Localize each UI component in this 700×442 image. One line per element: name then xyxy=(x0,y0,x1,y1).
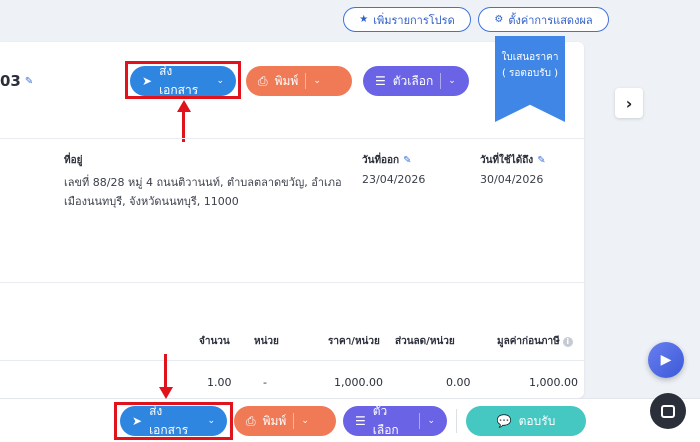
col-header-quantity: จำนวน xyxy=(199,336,230,347)
highlight-box xyxy=(125,61,241,99)
options-label: ตัวเลือก xyxy=(372,404,399,437)
star-icon: ★ xyxy=(359,14,369,25)
valid-until-date: 30/04/2026 xyxy=(480,173,544,186)
add-favorite-button[interactable]: ★ เพิ่มรายการโปรด xyxy=(343,7,471,32)
print-label: พิมพ์ xyxy=(262,413,287,428)
ribbon-status: ( รอตอบรับ ) xyxy=(501,68,559,79)
col-header-unit-price: ราคา/หน่วย xyxy=(328,336,380,347)
print-button-bottom[interactable]: ⎙ พิมพ์ ⌄ xyxy=(234,406,336,436)
add-favorite-label: เพิ่มรายการโปรด xyxy=(373,13,455,27)
chat-bubble-icon: 💬 xyxy=(496,414,512,428)
menu-icon: ☰ xyxy=(375,74,386,88)
chevron-right-icon: › xyxy=(625,93,633,113)
print-label: พิมพ์ xyxy=(274,73,299,88)
chevron-down-icon: ⌄ xyxy=(313,76,321,86)
issue-date-label-text: วันที่ออก xyxy=(362,155,400,166)
print-button[interactable]: ⎙ พิมพ์ ⌄ xyxy=(246,66,352,96)
cell-discount: 0.00 xyxy=(446,376,471,389)
divider xyxy=(0,360,584,361)
divider xyxy=(0,138,584,139)
info-icon[interactable]: i xyxy=(562,337,573,347)
cell-unit: - xyxy=(263,376,267,389)
divider xyxy=(305,73,307,89)
edit-pencil-icon[interactable]: ✎ xyxy=(537,155,545,166)
arrow-shaft xyxy=(164,354,167,388)
divider xyxy=(419,413,421,429)
highlight-box xyxy=(114,402,233,440)
gear-icon: ⚙ xyxy=(494,14,504,25)
chevron-down-icon: ⌄ xyxy=(448,76,456,86)
chat-widget-button[interactable] xyxy=(650,393,686,429)
printer-icon: ⎙ xyxy=(258,73,268,88)
printer-icon: ⎙ xyxy=(246,413,256,428)
divider xyxy=(293,413,295,429)
edit-pencil-icon[interactable]: ✎ xyxy=(403,155,411,166)
issue-date: 23/04/2026 xyxy=(362,173,426,186)
chevron-down-icon: ⌄ xyxy=(301,416,309,426)
valid-until-label-text: วันที่ใช้ได้ถึง xyxy=(480,155,534,166)
address-label: ที่อยู่ xyxy=(64,153,82,168)
play-button[interactable]: ▶ xyxy=(648,342,684,378)
chat-icon xyxy=(661,404,675,418)
display-settings-label: ตั้งค่าการแสดงผล xyxy=(508,13,593,27)
reply-button[interactable]: 💬 ตอบรับ xyxy=(466,406,586,436)
cell-pretax: 1,000.00 xyxy=(529,376,578,389)
issue-date-label: วันที่ออก ✎ xyxy=(362,153,412,168)
options-button[interactable]: ☰ ตัวเลือก ⌄ xyxy=(363,66,469,96)
address-line-2: เมืองนนทบุรี, จังหวัดนนทบุรี, 11000 xyxy=(64,195,239,208)
col-header-pretax-text: มูลค่าก่อนภาษี xyxy=(497,336,560,347)
divider xyxy=(0,282,584,283)
menu-icon: ☰ xyxy=(355,414,366,428)
document-number: 03 ✎ xyxy=(0,72,33,90)
reply-label: ตอบรับ xyxy=(518,413,556,428)
cell-unit-price: 1,000.00 xyxy=(334,376,383,389)
play-icon: ▶ xyxy=(660,352,672,368)
options-label: ตัวเลือก xyxy=(392,73,434,88)
document-number-text: 03 xyxy=(0,72,21,90)
address-label-text: ที่อยู่ xyxy=(64,155,83,166)
edit-pencil-icon[interactable]: ✎ xyxy=(25,76,33,87)
next-arrow-button[interactable]: › xyxy=(615,88,643,118)
display-settings-button[interactable]: ⚙ ตั้งค่าการแสดงผล xyxy=(478,7,609,32)
col-header-discount: ส่วนลด/หน่วย xyxy=(395,336,455,347)
divider xyxy=(456,409,457,433)
col-header-pretax: มูลค่าก่อนภาษี i xyxy=(497,334,573,349)
address-line-1: เลขที่ 88/28 หมู่ 4 ถนนติวานนท์, ตำบลตลา… xyxy=(64,176,342,189)
divider xyxy=(440,73,442,89)
ribbon-title: ใบเสนอราคา xyxy=(501,52,559,63)
arrow-down-icon xyxy=(159,387,173,399)
col-header-unit: หน่วย xyxy=(254,336,279,347)
cell-quantity: 1.00 xyxy=(207,376,232,389)
chevron-down-icon: ⌄ xyxy=(427,416,435,426)
valid-until-label: วันที่ใช้ได้ถึง ✎ xyxy=(480,153,546,168)
options-button-bottom[interactable]: ☰ ตัวเลือก ⌄ xyxy=(343,404,447,437)
